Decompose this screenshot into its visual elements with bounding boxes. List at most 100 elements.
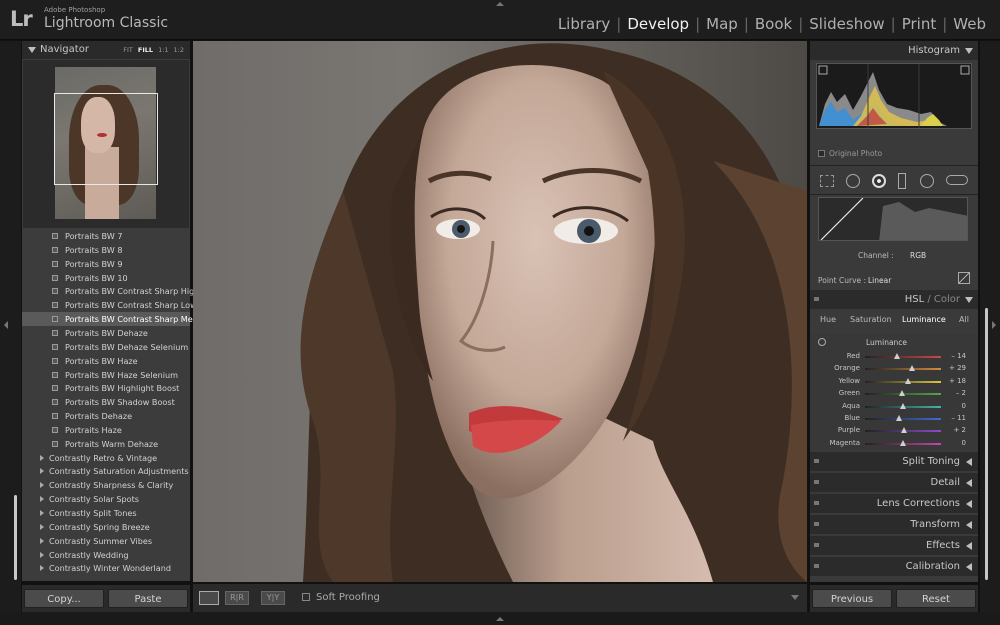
left-scrollbar[interactable] <box>14 495 17 580</box>
preset-folder[interactable]: Contrastly Wedding <box>22 548 190 562</box>
disclosure-triangle-icon[interactable] <box>40 482 44 489</box>
slider-value[interactable]: 0 <box>962 439 966 447</box>
module-library[interactable]: Library <box>552 15 616 33</box>
spot-removal-icon[interactable] <box>846 174 860 188</box>
reset-button[interactable]: Reset <box>896 589 976 608</box>
slider-track[interactable] <box>865 380 941 383</box>
point-curve-value[interactable]: Linear <box>868 276 891 285</box>
slider-knob[interactable] <box>900 427 907 434</box>
copy-button[interactable]: Copy... <box>24 589 104 608</box>
panel-header-transform[interactable]: Transform <box>810 515 978 534</box>
slider-knob[interactable] <box>900 439 906 446</box>
before-after-button[interactable]: R|R <box>225 591 249 605</box>
original-photo-checkbox[interactable] <box>818 150 825 157</box>
toolbar-menu-icon[interactable] <box>791 595 799 600</box>
channel-value[interactable]: RGB <box>910 251 926 260</box>
adjustment-brush-icon[interactable] <box>946 175 968 185</box>
hsl-header[interactable]: HSL / Color <box>810 290 978 309</box>
filmstrip-toggle-icon[interactable] <box>496 617 504 621</box>
left-panel-toggle-icon[interactable] <box>4 321 8 329</box>
panel-switch-icon[interactable] <box>814 564 819 568</box>
preset-folder[interactable]: Contrastly Spring Breeze <box>22 520 190 534</box>
expand-icon[interactable] <box>966 500 972 508</box>
disclosure-triangle-icon[interactable] <box>40 523 44 530</box>
preset-folder[interactable]: Contrastly Solar Spots <box>22 492 190 506</box>
preset-folder[interactable]: Contrastly Summer Vibes <box>22 534 190 548</box>
disclosure-triangle-icon[interactable] <box>40 537 44 544</box>
preset-item[interactable]: Portraits BW 9 <box>22 257 190 271</box>
preset-item[interactable]: Portraits BW Contrast Sharp High <box>22 284 199 298</box>
disclosure-triangle-icon[interactable] <box>40 468 44 475</box>
panel-header-split-toning[interactable]: Split Toning <box>810 452 978 471</box>
disclosure-triangle-icon[interactable] <box>40 565 44 572</box>
module-map[interactable]: Map <box>700 15 744 33</box>
zoom-1-1[interactable]: 1:1 <box>158 46 168 54</box>
panel-switch-icon[interactable] <box>814 543 819 547</box>
panel-header-calibration[interactable]: Calibration <box>810 557 978 576</box>
module-develop[interactable]: Develop <box>621 15 695 33</box>
panel-header-effects[interactable]: Effects <box>810 536 978 555</box>
expand-icon[interactable] <box>966 542 972 550</box>
loupe-view-button[interactable] <box>199 591 219 605</box>
collapse-icon[interactable] <box>28 47 36 53</box>
slider-value[interactable]: + 29 <box>949 364 966 372</box>
hsl-title[interactable]: HSL <box>905 294 924 305</box>
expand-icon[interactable] <box>966 563 972 571</box>
soft-proofing-checkbox[interactable] <box>302 593 310 601</box>
expand-icon[interactable] <box>966 458 972 466</box>
preset-folder[interactable]: Contrastly Sharpness & Clarity <box>22 478 190 492</box>
preset-item[interactable]: Portraits Warm Dehaze <box>22 437 190 451</box>
navigator-view-frame[interactable] <box>54 93 158 185</box>
panel-switch-icon[interactable] <box>814 522 819 526</box>
before-after-split-button[interactable]: Y|Y <box>261 591 285 605</box>
preset-folder[interactable]: Contrastly Saturation Adjustments <box>22 464 190 478</box>
tone-curve-graph[interactable] <box>818 197 968 241</box>
tab-luminance[interactable]: Luminance <box>902 315 946 324</box>
slider-knob[interactable] <box>909 365 916 372</box>
preset-item[interactable]: Portraits BW Haze Selenium <box>22 368 190 382</box>
preset-folder[interactable]: Contrastly Retro & Vintage <box>22 451 190 465</box>
slider-track[interactable] <box>865 356 941 358</box>
slider-value[interactable]: – 14 <box>951 352 966 360</box>
zoom-1-2[interactable]: 1:2 <box>174 46 184 54</box>
module-web[interactable]: Web <box>947 15 992 33</box>
radial-filter-icon[interactable] <box>920 174 934 188</box>
slider-knob[interactable] <box>899 390 906 397</box>
zoom-fill[interactable]: FILL <box>138 46 153 54</box>
photo-canvas[interactable] <box>193 41 807 582</box>
slider-value[interactable]: + 18 <box>949 377 966 385</box>
targeted-adjustment-icon[interactable] <box>818 338 826 346</box>
graduated-filter-icon[interactable] <box>898 173 906 189</box>
module-print[interactable]: Print <box>896 15 943 33</box>
tab-saturation[interactable]: Saturation <box>850 315 892 324</box>
panel-switch-icon[interactable] <box>814 297 819 301</box>
navigator-preview[interactable] <box>23 60 189 228</box>
preset-item[interactable]: Portraits Dehaze <box>22 409 190 423</box>
preset-folder[interactable]: Contrastly Split Tones <box>22 506 190 520</box>
slider-value[interactable]: 0 <box>962 402 966 410</box>
color-title[interactable]: Color <box>934 294 960 305</box>
panel-switch-icon[interactable] <box>814 480 819 484</box>
slider-knob[interactable] <box>900 402 906 409</box>
tab-all[interactable]: All <box>959 315 969 324</box>
disclosure-triangle-icon[interactable] <box>40 551 44 558</box>
module-book[interactable]: Book <box>749 15 798 33</box>
preset-item[interactable]: Portraits Haze <box>22 423 190 437</box>
expand-icon[interactable] <box>966 479 972 487</box>
paste-button[interactable]: Paste <box>108 589 188 608</box>
disclosure-triangle-icon[interactable] <box>40 454 44 461</box>
preset-item[interactable]: Portraits BW 8 <box>22 243 190 257</box>
module-slideshow[interactable]: Slideshow <box>803 15 890 33</box>
red-eye-icon[interactable] <box>872 174 886 188</box>
top-panel-toggle-icon[interactable] <box>496 2 504 6</box>
slider-value[interactable]: – 11 <box>951 414 966 422</box>
panel-switch-icon[interactable] <box>814 459 819 463</box>
disclosure-triangle-icon[interactable] <box>40 510 44 516</box>
slider-value[interactable]: + 2 <box>953 426 966 434</box>
preset-folder[interactable]: Contrastly Winter Wonderland <box>22 561 190 575</box>
crop-tool-icon[interactable] <box>820 175 834 187</box>
slider-knob[interactable] <box>893 353 900 359</box>
preset-item[interactable]: Portraits BW Highlight Boost <box>22 381 190 395</box>
edit-point-curve-icon[interactable] <box>958 272 970 284</box>
expand-icon[interactable] <box>966 521 972 529</box>
